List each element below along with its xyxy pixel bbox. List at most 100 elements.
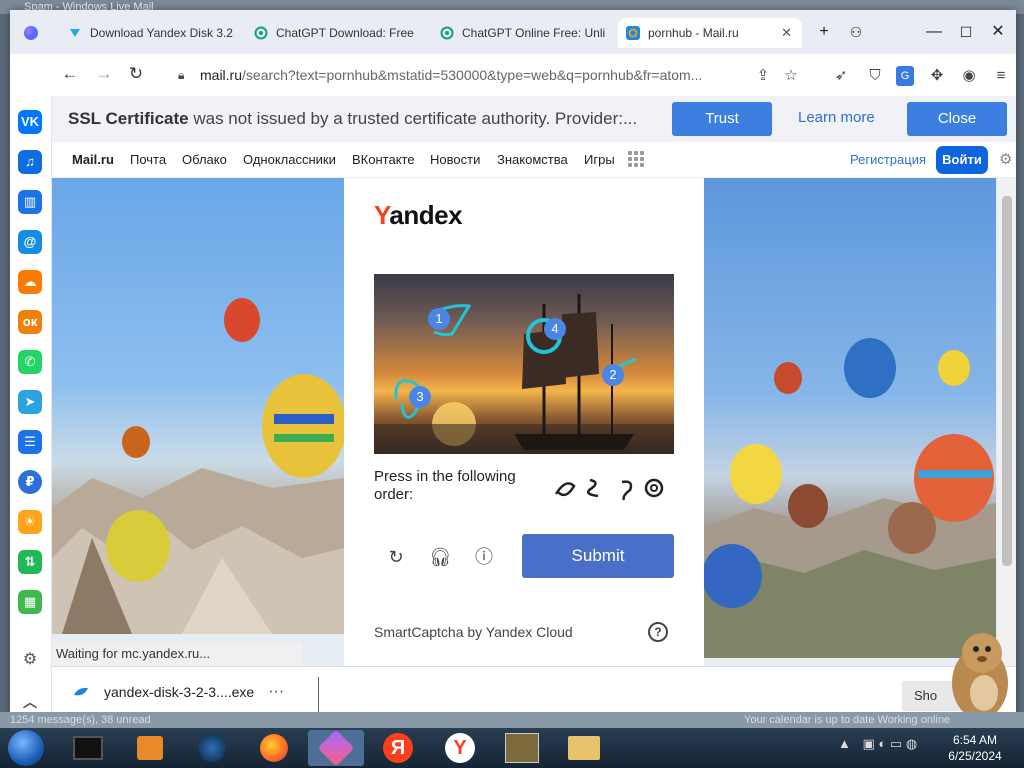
share-icon[interactable]: ⇪ <box>752 66 774 86</box>
back-icon[interactable]: ← <box>54 64 86 84</box>
list-icon[interactable]: ☰ <box>18 430 42 454</box>
captcha-marker-1[interactable]: 1 <box>428 308 450 330</box>
taskbar-app-globe-icon[interactable] <box>184 730 240 766</box>
captcha-marker-4[interactable]: 4 <box>544 318 566 340</box>
nav-link-igry[interactable]: Игры <box>584 152 615 167</box>
taskbar-yandex-icon[interactable]: Я <box>370 730 426 766</box>
yandex-disk-file-icon <box>74 687 88 696</box>
profile-icon[interactable]: ◉ <box>958 66 980 86</box>
mail-at-icon[interactable]: @ <box>18 230 42 254</box>
bookmark-star-icon[interactable]: ☆ <box>780 66 802 86</box>
start-button-icon[interactable] <box>8 730 44 766</box>
lock-icon[interactable]: 🔒︎ <box>178 68 194 83</box>
taskbar-app-media-icon[interactable] <box>122 730 178 766</box>
exchange-icon[interactable]: ⇅ <box>18 550 42 574</box>
download-separator <box>318 677 319 713</box>
shield-icon[interactable]: ⛉ <box>864 66 886 86</box>
mailru-brand-link[interactable]: Mail.ru <box>72 152 114 167</box>
odnoklassniki-icon[interactable]: ок <box>18 310 42 334</box>
taskbar-hamster-box-icon[interactable] <box>494 730 550 766</box>
tray-monitor-icon[interactable]: ▭ <box>890 736 902 751</box>
taskbar-browser-active-icon[interactable] <box>308 729 364 767</box>
menu-icon[interactable]: ≡ <box>990 66 1012 86</box>
scrollbar-thumb[interactable] <box>1002 196 1012 566</box>
collapse-up-icon[interactable]: ︿ <box>18 690 42 714</box>
reload-icon[interactable]: ↻ <box>120 64 152 84</box>
taskbar-app-monitor-icon[interactable] <box>60 730 116 766</box>
chatgpt-icon <box>440 26 454 40</box>
browser-menu-icon[interactable] <box>24 26 38 40</box>
minimize-icon[interactable]: — <box>920 20 948 44</box>
help-icon[interactable]: ? <box>648 622 668 642</box>
whatsapp-icon[interactable]: ✆ <box>18 350 42 374</box>
trust-button[interactable]: Trust <box>672 102 772 136</box>
mailru-at-icon <box>626 26 640 40</box>
window-close-icon[interactable]: ✕ <box>984 20 1012 44</box>
tray-network-icon[interactable]: ▣ <box>863 736 875 751</box>
captcha-marker-3[interactable]: 3 <box>409 386 431 408</box>
download-more-icon[interactable]: ··· <box>268 683 284 701</box>
nav-link-znakomstva[interactable]: Знакомства <box>497 152 568 167</box>
vk-icon[interactable]: VK <box>18 110 42 134</box>
extensions-icon[interactable]: ✥ <box>926 66 948 86</box>
hamster-mascot-icon <box>952 633 1008 719</box>
tab-chatgpt-online[interactable]: ChatGPT Online Free: Unli <box>432 18 612 48</box>
tray-app-icon[interactable]: ◐ <box>878 736 886 751</box>
nav-link-novosti[interactable]: Новости <box>430 152 480 167</box>
captcha-instruction: Press in the following order: <box>374 468 516 503</box>
login-button[interactable]: Войти <box>936 146 988 174</box>
nav-link-vkontakte[interactable]: ВКонтакте <box>352 152 415 167</box>
stats-icon[interactable]: ▥ <box>18 190 42 214</box>
nav-settings-icon[interactable]: ⚙ <box>999 150 1012 168</box>
register-link[interactable]: Регистрация <box>850 152 926 167</box>
nav-link-oblako[interactable]: Облако <box>182 152 227 167</box>
ruble-icon[interactable]: ₽ <box>18 470 42 494</box>
captcha-marker-2[interactable]: 2 <box>602 364 624 386</box>
maximize-icon[interactable]: ☐ <box>952 20 980 44</box>
background-balloons-left <box>52 178 344 634</box>
tab-chatgpt-download[interactable]: ChatGPT Download: Free <box>246 18 426 48</box>
chatgpt-icon <box>254 26 268 40</box>
tab-mailru-active[interactable]: pornhub - Mail.ru ✕ <box>618 18 802 48</box>
settings-gear-icon[interactable]: ⚙ <box>18 648 42 672</box>
tab-yandex-disk[interactable]: Download Yandex Disk 3.2 <box>60 18 240 48</box>
audio-captcha-icon[interactable]: 🎧︎ <box>429 546 452 568</box>
nav-link-odnoklassniki[interactable]: Одноклассники <box>243 152 336 167</box>
browser-window: Download Yandex Disk 3.2 ChatGPT Downloa… <box>10 10 1016 722</box>
weather-icon[interactable]: ☀ <box>18 510 42 534</box>
taskbar-folder-icon[interactable] <box>556 730 612 766</box>
info-icon[interactable]: ⓘ <box>473 546 495 568</box>
cloud-icon[interactable]: ☁ <box>18 270 42 294</box>
games-icon[interactable]: ▦ <box>18 590 42 614</box>
background-balloons-right <box>704 178 996 658</box>
yandex-disk-icon <box>70 29 80 37</box>
translate-icon[interactable]: G <box>896 66 914 86</box>
tray-expand-icon[interactable]: ▲ <box>838 736 851 751</box>
clock-date: 6/25/2024 <box>948 749 1002 763</box>
music-icon[interactable]: ♫ <box>18 150 42 174</box>
download-item[interactable]: yandex-disk-3-2-3....exe ··· <box>72 683 284 701</box>
nav-link-pochta[interactable]: Почта <box>130 152 166 167</box>
refresh-captcha-icon[interactable]: ↻ <box>385 546 407 568</box>
ssl-warning-text: SSL Certificate was not issued by a trus… <box>68 109 638 128</box>
taskbar-yandex-browser-icon[interactable]: Y <box>432 730 488 766</box>
learn-more-link[interactable]: Learn more <box>798 109 875 126</box>
smartcaptcha-footer: SmartCaptcha by Yandex Cloud <box>374 624 573 640</box>
incognito-icon[interactable]: ⚇ <box>842 20 870 44</box>
new-tab-icon[interactable]: + <box>810 20 838 44</box>
vertical-scrollbar[interactable] <box>998 178 1016 666</box>
apps-grid-icon[interactable] <box>628 151 644 167</box>
close-banner-button[interactable]: Close <box>907 102 1007 136</box>
address-field[interactable]: 🔒︎ mail.ru/search?text=pornhub&mstatid=5… <box>178 62 738 88</box>
tab-close-icon[interactable]: ✕ <box>771 25 802 41</box>
submit-button[interactable]: Submit <box>522 534 674 578</box>
rocket-icon[interactable]: ➶ <box>830 66 852 86</box>
taskbar: Я Y ▲ ▣ ◐ ▭ ◍ 6:54 AM 6/25/2024 <box>0 728 1024 768</box>
captcha-image[interactable]: 1 2 3 4 <box>374 274 674 454</box>
tray-volume-icon[interactable]: ◍ <box>906 736 917 751</box>
telegram-icon[interactable]: ➤ <box>18 390 42 414</box>
balloon-scene-right <box>704 338 996 658</box>
forward-icon[interactable]: → <box>88 64 120 84</box>
taskbar-clock[interactable]: 6:54 AM 6/25/2024 <box>942 732 1008 764</box>
taskbar-firefox-icon[interactable] <box>246 730 302 766</box>
